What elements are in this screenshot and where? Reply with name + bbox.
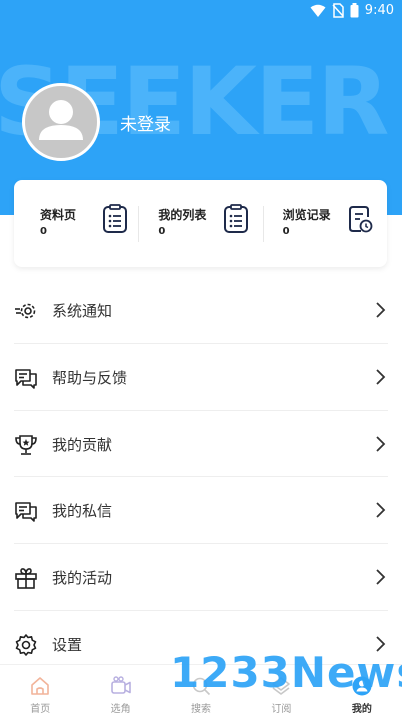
tab-home[interactable]: 首页 <box>0 665 80 720</box>
menu-item-my-activities[interactable]: 我的活动 <box>14 544 388 611</box>
feedback-chat-icon <box>15 368 37 389</box>
stat-value: 0 <box>40 225 47 237</box>
message-icon <box>15 502 37 523</box>
battery-icon <box>350 3 359 18</box>
wifi-icon <box>310 4 326 17</box>
gift-icon <box>15 568 37 589</box>
chevron-right-icon <box>376 369 386 385</box>
no-sim-icon <box>332 3 344 18</box>
status-bar: 9:40 <box>0 0 402 24</box>
tab-casting[interactable]: 选角 <box>80 665 160 720</box>
menu-label: 系统通知 <box>52 302 113 320</box>
tab-label: 选角 <box>110 704 131 715</box>
status-icons: 9:40 <box>310 3 394 18</box>
login-prompt[interactable]: 未登录 <box>120 110 171 135</box>
menu-item-system-notifications[interactable]: 系统通知 <box>14 277 388 344</box>
menu-label: 我的贡献 <box>52 435 113 454</box>
settings-icon <box>15 634 37 656</box>
menu-item-my-contributions[interactable]: 我的贡献 <box>14 411 388 478</box>
settings-menu: 系统通知 帮助与反馈 我的贡献 我的私信 我的活动 设置 <box>0 277 402 678</box>
chevron-right-icon <box>376 569 386 585</box>
chevron-right-icon <box>376 435 386 452</box>
tab-label: 搜索 <box>191 704 212 715</box>
stat-my-list[interactable]: 我的列表 0 <box>138 202 262 246</box>
menu-label: 我的私信 <box>52 502 113 521</box>
tab-label: 首页 <box>30 704 51 715</box>
home-icon <box>31 677 50 695</box>
stat-label: 我的列表 <box>158 207 207 222</box>
chevron-right-icon <box>376 302 386 318</box>
site-watermark: 1233News <box>170 648 402 697</box>
tab-label: 我的 <box>351 704 372 715</box>
stat-label: 资料页 <box>40 207 77 222</box>
stats-card: 资料页 0 我的列表 0 浏览记录 0 <box>14 180 387 267</box>
notification-gear-icon <box>15 303 36 319</box>
menu-item-private-messages[interactable]: 我的私信 <box>14 477 388 545</box>
avatar[interactable] <box>22 83 100 161</box>
stat-value: 0 <box>282 225 290 237</box>
camera-icon <box>110 676 131 694</box>
stat-label: 浏览记录 <box>282 207 331 222</box>
menu-label: 设置 <box>52 635 83 654</box>
chevron-right-icon <box>376 502 386 519</box>
user-placeholder-icon <box>39 100 83 140</box>
stat-browse-history[interactable]: 浏览记录 0 <box>262 202 387 246</box>
tab-label: 订阅 <box>271 704 292 715</box>
document-list-icon <box>103 203 128 233</box>
trophy-icon <box>15 434 37 455</box>
status-time: 9:40 <box>364 3 394 18</box>
stat-value: 0 <box>158 225 166 237</box>
menu-label: 我的活动 <box>52 569 113 588</box>
history-document-icon <box>348 205 373 232</box>
list-icon <box>223 203 248 233</box>
stat-profile-page[interactable]: 资料页 0 <box>14 202 138 246</box>
menu-label: 帮助与反馈 <box>52 368 128 387</box>
menu-item-help-feedback[interactable]: 帮助与反馈 <box>14 344 388 411</box>
